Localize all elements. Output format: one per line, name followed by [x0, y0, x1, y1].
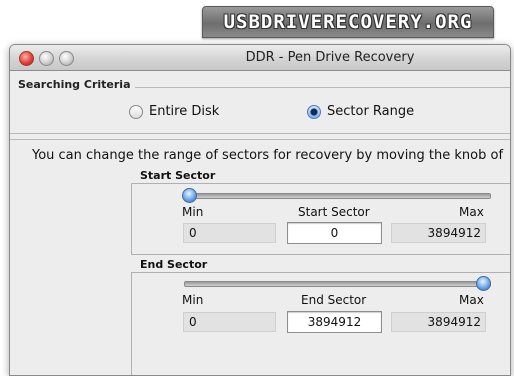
- entire-disk-radio[interactable]: Entire Disk: [129, 104, 219, 119]
- start-sector-input[interactable]: 0: [287, 222, 382, 244]
- radio-unchecked-icon: [129, 104, 143, 119]
- end-max-field: 3894912: [391, 312, 486, 332]
- end-value-label: End Sector: [301, 293, 367, 307]
- minimize-button[interactable]: [39, 51, 54, 66]
- info-text: You can change the range of sectors for …: [32, 148, 504, 163]
- end-sector-input[interactable]: 3894912: [287, 311, 382, 333]
- end-min-field: 0: [183, 312, 276, 332]
- app-window: DDR - Pen Drive Recovery Searching Crite…: [9, 44, 511, 376]
- title-bar[interactable]: DDR - Pen Drive Recovery: [10, 45, 510, 71]
- end-sector-slider-track[interactable]: [184, 281, 491, 287]
- zoom-button[interactable]: [59, 51, 74, 66]
- start-value-label: Start Sector: [298, 205, 370, 219]
- entire-disk-label: Entire Disk: [149, 104, 220, 119]
- start-sector-slider-track[interactable]: [184, 193, 491, 199]
- divider: [10, 133, 510, 134]
- start-max-label: Max: [459, 205, 484, 219]
- start-min-field: 0: [183, 223, 276, 243]
- end-sector-group-label: End Sector: [137, 258, 211, 271]
- close-button[interactable]: [19, 51, 34, 66]
- end-max-label: Max: [459, 293, 484, 307]
- start-max-field: 3894912: [391, 223, 486, 243]
- site-banner: USBDRIVERECOVERY.ORG: [202, 6, 494, 38]
- divider: [10, 139, 510, 140]
- sector-range-radio[interactable]: Sector Range: [307, 104, 414, 119]
- searching-criteria-label: Searching Criteria: [18, 78, 131, 91]
- start-min-label: Min: [182, 205, 204, 219]
- window-title: DDR - Pen Drive Recovery: [245, 50, 415, 65]
- sector-range-label: Sector Range: [327, 104, 415, 119]
- radio-checked-icon: [307, 104, 321, 119]
- end-sector-slider-knob[interactable]: [476, 276, 491, 291]
- criteria-divider: [135, 87, 510, 88]
- start-sector-slider-knob[interactable]: [182, 188, 197, 203]
- end-min-label: Min: [182, 293, 204, 307]
- banner-text: USBDRIVERECOVERY.ORG: [223, 11, 473, 33]
- start-sector-group-label: Start Sector: [137, 169, 219, 182]
